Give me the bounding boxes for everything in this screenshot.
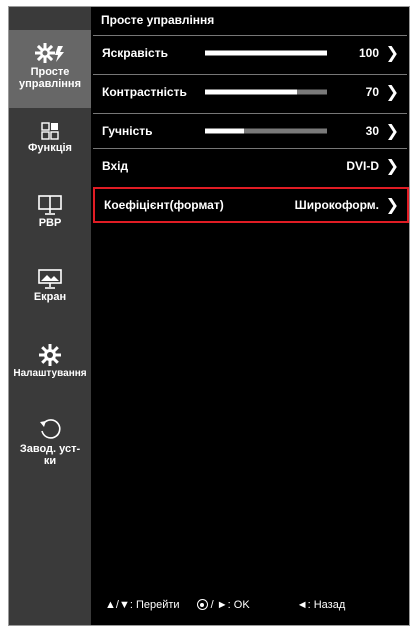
pbp-icon xyxy=(38,195,62,215)
key-hints: ▲/▼: Перейти / ►: OK ◄: Назад xyxy=(105,599,345,611)
page-title: Просте управління xyxy=(101,13,215,27)
gear-quick-icon xyxy=(35,43,64,63)
volume-slider[interactable] xyxy=(205,128,327,134)
row-value: 70 xyxy=(365,85,379,99)
menu-row-volume[interactable]: Гучність 30 ❯ xyxy=(93,113,407,148)
row-value: Широкоформ. xyxy=(294,198,379,212)
slider-fill xyxy=(205,128,245,134)
menu-row-input[interactable]: Вхід DVI-D ❯ xyxy=(93,148,407,183)
osd-menu-frame: Просте управління Функція PBP Екран Нала… xyxy=(8,6,410,626)
sidebar-label: Просте управління xyxy=(19,66,81,90)
slider-fill xyxy=(205,50,327,56)
reset-icon xyxy=(40,419,61,439)
row-label: Яскравість xyxy=(102,46,168,60)
chevron-right-icon: ❯ xyxy=(385,123,399,140)
row-label: Гучність xyxy=(102,124,153,138)
hint-back: ◄: Назад xyxy=(296,599,346,611)
sidebar-label: Налаштування xyxy=(13,368,87,379)
hint-ok: / ►: OK xyxy=(196,599,250,611)
row-value: 30 xyxy=(365,124,379,138)
chevron-right-icon: ❯ xyxy=(385,45,399,62)
menu-row-aspect-ratio[interactable]: Коефіцієнт(формат) Широкоформ. ❯ xyxy=(93,187,409,223)
ok-button-icon xyxy=(196,599,208,610)
sidebar: Просте управління Функція PBP Екран Нала… xyxy=(9,7,91,625)
sidebar-label: Завод. уст- ки xyxy=(19,443,81,467)
hint-ok-text: / ►: OK xyxy=(210,599,250,611)
sidebar-item-screen[interactable]: Екран xyxy=(9,269,91,303)
row-label: Контрастність xyxy=(102,85,187,99)
sidebar-label: PBP xyxy=(38,217,62,229)
contrast-slider[interactable] xyxy=(205,89,327,95)
row-value: DVI-D xyxy=(346,159,379,173)
sidebar-item-settings[interactable]: Налаштування xyxy=(9,344,91,380)
sidebar-item-function[interactable]: Функція xyxy=(9,122,91,154)
sidebar-item-quick-control[interactable]: Просте управління xyxy=(9,30,91,108)
slider-fill xyxy=(205,89,297,95)
chevron-right-icon: ❯ xyxy=(385,158,399,175)
sidebar-label: Функція xyxy=(28,142,72,154)
screen-icon xyxy=(38,269,62,289)
chevron-right-icon: ❯ xyxy=(385,84,399,101)
main-panel: Просте управління Яскравість 100 ❯ Контр… xyxy=(91,7,409,625)
brightness-slider[interactable] xyxy=(205,50,327,56)
sidebar-label: Екран xyxy=(33,291,67,303)
gear-icon xyxy=(39,344,61,366)
function-grid-icon xyxy=(41,122,59,140)
chevron-right-icon: ❯ xyxy=(385,197,399,214)
row-value: 100 xyxy=(358,46,379,60)
sidebar-item-pbp[interactable]: PBP xyxy=(9,195,91,229)
hint-navigate: ▲/▼: Перейти xyxy=(105,599,180,611)
row-label: Коефіцієнт(формат) xyxy=(104,198,224,212)
sidebar-item-factory-reset[interactable]: Завод. уст- ки xyxy=(9,417,91,467)
row-label: Вхід xyxy=(102,159,129,173)
menu-row-brightness[interactable]: Яскравість 100 ❯ xyxy=(93,35,407,70)
menu-row-contrast[interactable]: Контрастність 70 ❯ xyxy=(93,74,407,109)
